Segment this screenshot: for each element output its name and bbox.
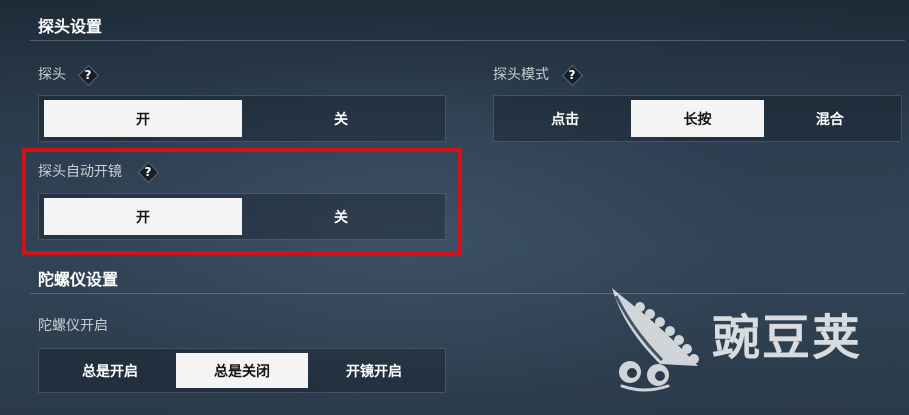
section-title-probe-settings: 探头设置 <box>38 17 103 36</box>
probe-option-on[interactable]: 开 <box>44 100 242 137</box>
settings-screen: 探头设置 探头 ? 开 关 探头模式 ? 点击 长按 混合 探头自动开镜 ? 开… <box>0 0 909 415</box>
section-title-gyro-settings: 陀螺仪设置 <box>38 270 119 289</box>
probe-mode-selector: 点击 长按 混合 <box>493 95 902 142</box>
gyro-option-always-on[interactable]: 总是开启 <box>44 353 176 388</box>
help-icon[interactable]: ? <box>138 162 158 182</box>
gyro-enable-label: 陀螺仪开启 <box>38 318 108 334</box>
auto-scope-toggle: 开 关 <box>38 193 446 240</box>
probe-option-off[interactable]: 关 <box>242 100 440 137</box>
probe-mode-option-tap[interactable]: 点击 <box>499 100 631 137</box>
section-divider-gyro <box>30 293 905 294</box>
probe-label: 探头 <box>38 67 66 83</box>
help-icon[interactable]: ? <box>562 65 582 85</box>
gyro-option-always-off[interactable]: 总是关闭 <box>176 353 308 388</box>
pea-pod-icon <box>612 288 699 392</box>
probe-mode-option-hold[interactable]: 长按 <box>631 100 764 137</box>
help-icon[interactable]: ? <box>78 65 98 85</box>
watermark-text: 豌豆荚 <box>712 310 863 366</box>
probe-mode-option-mixed[interactable]: 混合 <box>764 100 896 137</box>
auto-scope-label: 探头自动开镜 <box>38 164 122 180</box>
probe-toggle: 开 关 <box>38 95 446 142</box>
auto-scope-option-on[interactable]: 开 <box>44 198 242 235</box>
section-divider-probe <box>30 40 905 41</box>
auto-scope-option-off[interactable]: 关 <box>242 198 440 235</box>
gyro-option-scope-on[interactable]: 开镜开启 <box>308 353 440 388</box>
gyro-enable-selector: 总是开启 总是关闭 开镜开启 <box>38 348 446 393</box>
probe-mode-label: 探头模式 <box>493 67 549 83</box>
